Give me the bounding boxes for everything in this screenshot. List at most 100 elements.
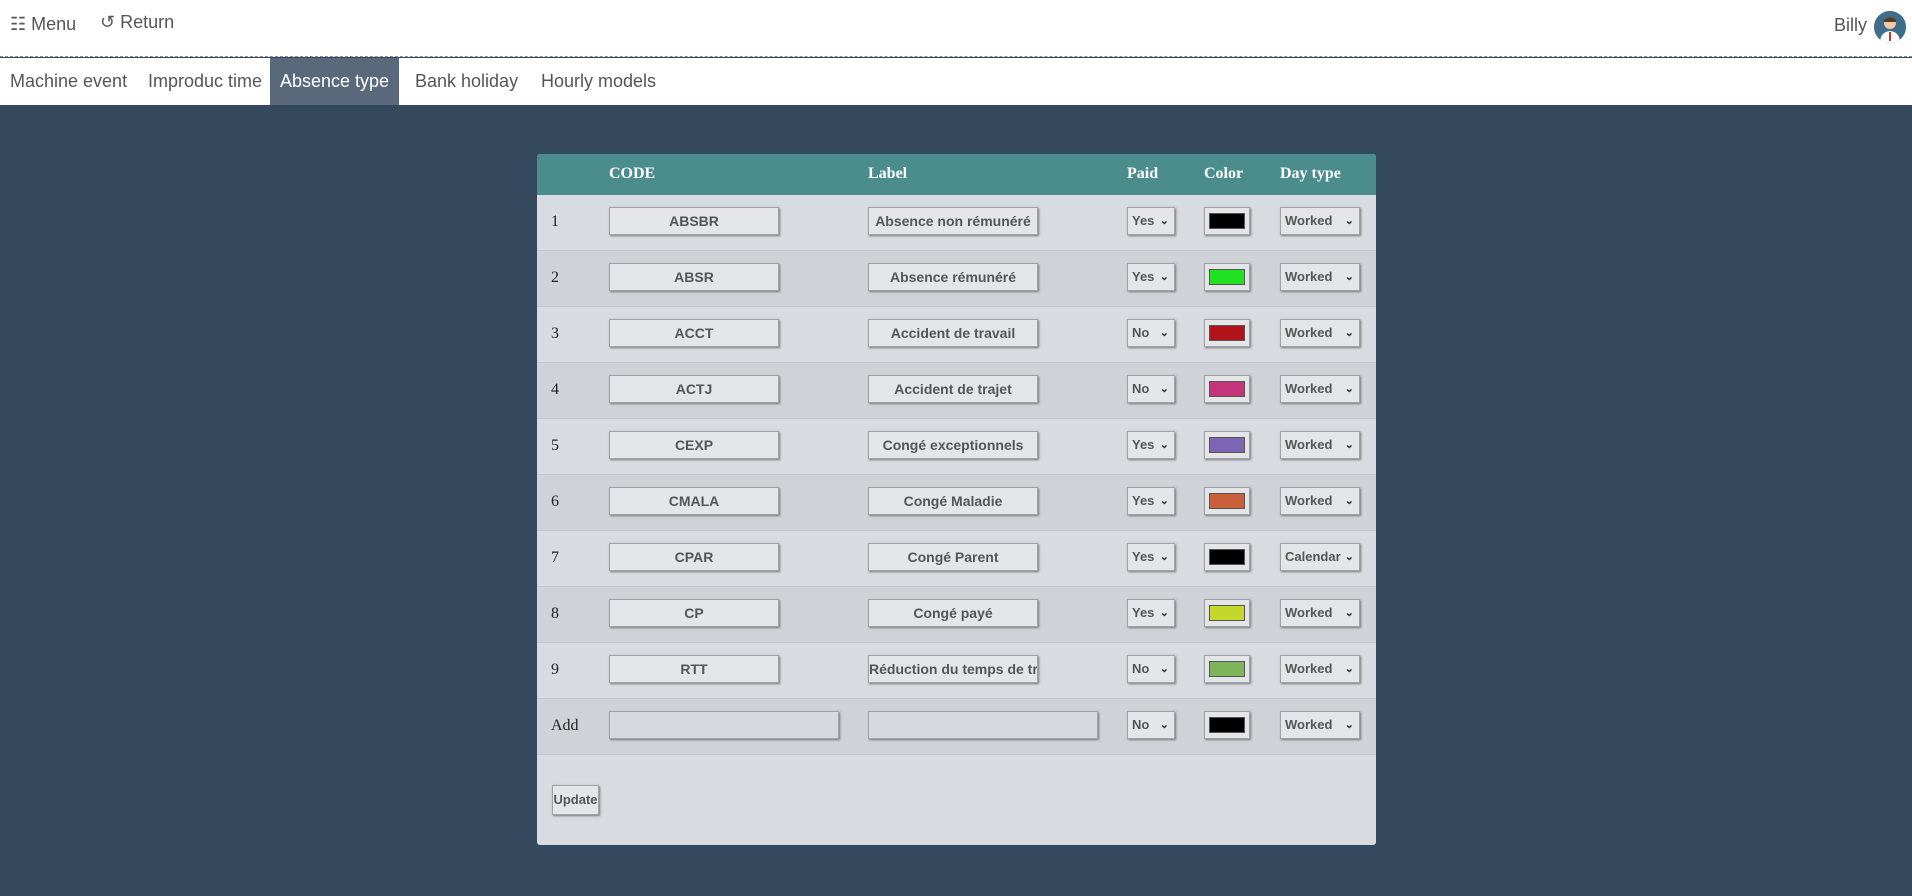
- paid-select[interactable]: No ⌄: [1127, 319, 1175, 347]
- day-type-select[interactable]: Worked ⌄: [1280, 599, 1360, 627]
- chevron-down-icon: ⌄: [1344, 495, 1354, 507]
- color-picker[interactable]: [1204, 487, 1250, 515]
- return-button[interactable]: ↺ Return: [100, 12, 174, 33]
- paid-value: Yes: [1132, 605, 1155, 620]
- code-field[interactable]: CPAR: [609, 543, 779, 571]
- tab-machine-event[interactable]: Machine event: [0, 58, 137, 105]
- paid-value: Yes: [1132, 213, 1155, 228]
- update-button[interactable]: Update: [552, 785, 599, 815]
- label-field[interactable]: Absence rémunéré: [868, 263, 1038, 291]
- code-field[interactable]: ABSBR: [609, 207, 779, 235]
- day-type-select[interactable]: Worked ⌄: [1280, 431, 1360, 459]
- table-header: CODE Label Paid Color Day type: [537, 154, 1376, 195]
- new-day-type-value: Worked: [1285, 717, 1333, 732]
- label-field[interactable]: Réduction du temps de trav: [868, 655, 1038, 683]
- chevron-down-icon: ⌄: [1344, 551, 1354, 563]
- label-field[interactable]: Congé Maladie: [868, 487, 1038, 515]
- color-picker[interactable]: [1204, 655, 1250, 683]
- color-picker[interactable]: [1204, 207, 1250, 235]
- code-field[interactable]: ACCT: [609, 319, 779, 347]
- table-row: 8 CP Congé payé Yes ⌄ Worked ⌄: [537, 587, 1376, 643]
- paid-select[interactable]: Yes ⌄: [1127, 543, 1175, 571]
- table-row: 6 CMALA Congé Maladie Yes ⌄ Worked ⌄: [537, 475, 1376, 531]
- paid-select[interactable]: No ⌄: [1127, 375, 1175, 403]
- color-picker[interactable]: [1204, 431, 1250, 459]
- tab-bank-holiday[interactable]: Bank holiday: [405, 58, 528, 105]
- chevron-down-icon: ⌄: [1344, 383, 1354, 395]
- day-type-value: Worked: [1285, 605, 1333, 620]
- color-swatch: [1209, 213, 1245, 229]
- top-bar: ☷ Menu ↺ Return Billy: [0, 0, 1912, 57]
- header-color: Color: [1204, 165, 1244, 182]
- code-field[interactable]: CP: [609, 599, 779, 627]
- chevron-down-icon: ⌄: [1159, 719, 1169, 731]
- day-type-value: Worked: [1285, 269, 1333, 284]
- day-type-value: Calendar: [1285, 549, 1341, 564]
- tab-improduc-time[interactable]: Improduc time: [138, 58, 272, 105]
- color-picker[interactable]: [1204, 543, 1250, 571]
- paid-value: No: [1132, 661, 1150, 676]
- paid-select[interactable]: Yes ⌄: [1127, 487, 1175, 515]
- row-number: 4: [551, 381, 559, 398]
- chevron-down-icon: ⌄: [1344, 215, 1354, 227]
- code-field[interactable]: CMALA: [609, 487, 779, 515]
- chevron-down-icon: ⌄: [1344, 327, 1354, 339]
- day-type-value: Worked: [1285, 325, 1333, 340]
- paid-select[interactable]: Yes ⌄: [1127, 263, 1175, 291]
- new-paid-select[interactable]: No ⌄: [1127, 711, 1175, 739]
- header-code: CODE: [609, 165, 656, 182]
- paid-select[interactable]: Yes ⌄: [1127, 431, 1175, 459]
- label-field[interactable]: Absence non rémunéré: [868, 207, 1038, 235]
- table-row: 1 ABSBR Absence non rémunéré Yes ⌄ Worked ⌄: [537, 195, 1376, 251]
- day-type-select[interactable]: Worked ⌄: [1280, 487, 1360, 515]
- header-label: Label: [868, 165, 908, 182]
- new-paid-value: No: [1132, 717, 1150, 732]
- label-field[interactable]: Congé exceptionnels: [868, 431, 1038, 459]
- label-field[interactable]: Congé Parent: [868, 543, 1038, 571]
- day-type-select[interactable]: Worked ⌄: [1280, 263, 1360, 291]
- code-field[interactable]: ABSR: [609, 263, 779, 291]
- code-field[interactable]: RTT: [609, 655, 779, 683]
- label-field[interactable]: Accident de travail: [868, 319, 1038, 347]
- paid-select[interactable]: No ⌄: [1127, 655, 1175, 683]
- chevron-down-icon: ⌄: [1159, 551, 1169, 563]
- tab-hourly-models[interactable]: Hourly models: [531, 58, 666, 105]
- color-picker[interactable]: [1204, 599, 1250, 627]
- day-type-value: Worked: [1285, 381, 1333, 396]
- day-type-select[interactable]: Worked ⌄: [1280, 207, 1360, 235]
- day-type-value: Worked: [1285, 213, 1333, 228]
- paid-value: Yes: [1132, 269, 1155, 284]
- code-field[interactable]: CEXP: [609, 431, 779, 459]
- avatar[interactable]: [1874, 11, 1906, 43]
- add-row-label: Add: [551, 717, 579, 734]
- menu-button[interactable]: ☷ Menu: [10, 14, 76, 35]
- table-row: 9 RTT Réduction du temps de trav No ⌄ Worked ⌄: [537, 643, 1376, 699]
- paid-select[interactable]: Yes ⌄: [1127, 207, 1175, 235]
- chevron-down-icon: ⌄: [1159, 383, 1169, 395]
- new-label-input[interactable]: [868, 711, 1098, 739]
- table-row: 2 ABSR Absence rémunéré Yes ⌄ Worked ⌄: [537, 251, 1376, 307]
- color-picker[interactable]: [1204, 319, 1250, 347]
- label-field[interactable]: Accident de trajet: [868, 375, 1038, 403]
- day-type-select[interactable]: Worked ⌄: [1280, 655, 1360, 683]
- paid-value: No: [1132, 325, 1150, 340]
- chevron-down-icon: ⌄: [1159, 215, 1169, 227]
- new-day-type-select[interactable]: Worked ⌄: [1280, 711, 1360, 739]
- color-picker[interactable]: [1204, 263, 1250, 291]
- day-type-select[interactable]: Worked ⌄: [1280, 319, 1360, 347]
- new-code-input[interactable]: [609, 711, 839, 739]
- add-row: Add No ⌄ Worked ⌄: [537, 699, 1376, 755]
- paid-select[interactable]: Yes ⌄: [1127, 599, 1175, 627]
- new-color-picker[interactable]: [1204, 711, 1250, 739]
- row-number: 7: [551, 549, 559, 566]
- day-type-select[interactable]: Worked ⌄: [1280, 375, 1360, 403]
- label-field[interactable]: Congé payé: [868, 599, 1038, 627]
- tab-absence-type[interactable]: Absence type: [270, 58, 400, 105]
- color-picker[interactable]: [1204, 375, 1250, 403]
- color-swatch: [1209, 437, 1245, 453]
- header-paid: Paid: [1127, 165, 1159, 182]
- code-field[interactable]: ACTJ: [609, 375, 779, 403]
- row-number: 9: [551, 661, 559, 678]
- row-number: 8: [551, 605, 559, 622]
- day-type-select[interactable]: Calendar ⌄: [1280, 543, 1360, 571]
